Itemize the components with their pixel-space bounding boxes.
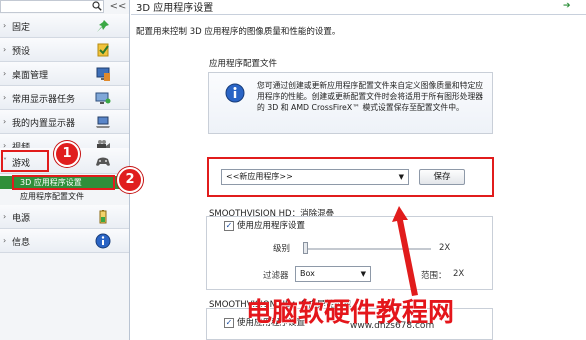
level-slider-thumb[interactable]	[303, 242, 308, 254]
gamepad-icon	[96, 157, 110, 166]
pin-icon	[97, 20, 109, 32]
page-title: 3D 应用程序设置	[136, 3, 214, 14]
sidebar-item-information[interactable]: › 信息	[0, 229, 129, 253]
watermark-url: www.dnzs678.com	[350, 321, 435, 331]
profile-group-title: 应用程序配置文件	[209, 59, 278, 69]
info-text: 您可通过创建或更新应用程序配置文件来自定义图像质量和特定应用程序的性能。创建或更…	[257, 81, 484, 112]
monitor-icon	[95, 92, 111, 104]
filter-select-value: Box	[300, 269, 315, 278]
sidebar-item-label: 固定	[12, 23, 31, 33]
filter-label: 过滤器	[263, 271, 289, 281]
checkbox-checked-icon[interactable]: ✓	[224, 317, 234, 328]
sidebar-item-presets[interactable]: › 预设	[0, 38, 129, 62]
level-label: 级别	[273, 244, 291, 254]
sidebar-item-pinned[interactable]: › 固定	[0, 14, 129, 38]
sidebar-item-power[interactable]: › 电源	[0, 205, 129, 229]
chevron-right-icon: ›	[3, 117, 7, 126]
search-input[interactable]	[0, 0, 104, 13]
sidebar-item-builtin-display[interactable]: › 我的内置显示器	[0, 110, 129, 134]
sidebar-item-label: 预设	[12, 47, 31, 57]
sidebar-subitem-app-profiles[interactable]: 应用程序配置文件	[0, 190, 129, 203]
profile-select[interactable]: <<新应用程序>> ▼	[221, 169, 409, 185]
chevron-right-icon: ›	[3, 69, 7, 78]
sidebar-subitem-label: 应用程序配置文件	[20, 192, 84, 201]
sidebar-item-desktop[interactable]: › 桌面管理	[0, 62, 129, 86]
range-value: 2X	[453, 269, 465, 279]
battery-icon	[99, 210, 107, 224]
chevron-right-icon: ›	[3, 21, 7, 30]
sidebar-item-label: 信息	[12, 238, 31, 248]
page-description: 配置用来控制 3D 应用程序的图像质量和性能的设置。	[136, 27, 341, 37]
search-icon[interactable]	[92, 1, 102, 11]
dropdown-arrow-icon: ▼	[398, 173, 404, 181]
save-button[interactable]: 保存	[419, 169, 465, 185]
title-bar: 3D 应用程序设置	[131, 0, 586, 15]
annotation-highlight-3d-settings	[12, 175, 115, 190]
search-row: <<	[0, 0, 130, 14]
desktop-icon	[96, 67, 110, 81]
level-slider-track[interactable]	[303, 248, 431, 250]
chevron-right-icon: ›	[3, 212, 7, 221]
collapse-sidebar-button[interactable]: <<	[109, 0, 127, 13]
sidebar-item-label: 桌面管理	[12, 71, 49, 81]
aa-use-app-settings[interactable]: ✓ 使用应用程序设置	[224, 219, 305, 231]
sidebar-item-label: 我的内置显示器	[12, 119, 76, 129]
checkbox-checked-icon[interactable]: ✓	[224, 220, 234, 231]
range-label: 范围：	[421, 271, 447, 281]
annotation-badge-1: 1	[54, 141, 80, 167]
info-icon	[225, 83, 245, 103]
level-value: 2X	[439, 243, 451, 253]
sidebar-item-label: 电源	[12, 214, 31, 224]
filter-select[interactable]: Box ▼	[295, 266, 371, 282]
pin-icon[interactable]: ➔	[563, 1, 571, 11]
annotation-highlight-gaming	[1, 150, 49, 172]
chevron-right-icon: ›	[3, 236, 7, 245]
laptop-icon	[96, 116, 110, 128]
profile-info-box: 您可通过创建或更新应用程序配置文件来自定义图像质量和特定应用程序的性能。创建或更…	[208, 72, 493, 134]
preset-icon	[97, 43, 109, 57]
aa-use-app-settings-label: 使用应用程序设置	[237, 221, 306, 231]
sidebar-item-monitor-tasks[interactable]: › 常用显示器任务	[0, 86, 129, 110]
profile-select-value: <<新应用程序>>	[226, 172, 293, 181]
chevron-right-icon: ›	[3, 93, 7, 102]
sidebar-item-label: 常用显示器任务	[12, 95, 76, 105]
chevron-right-icon: ›	[3, 45, 7, 54]
main-panel: 3D 应用程序设置 配置用来控制 3D 应用程序的图像质量和性能的设置。 应用程…	[131, 0, 586, 340]
dropdown-arrow-icon: ▼	[360, 270, 366, 278]
info-icon	[95, 233, 111, 249]
